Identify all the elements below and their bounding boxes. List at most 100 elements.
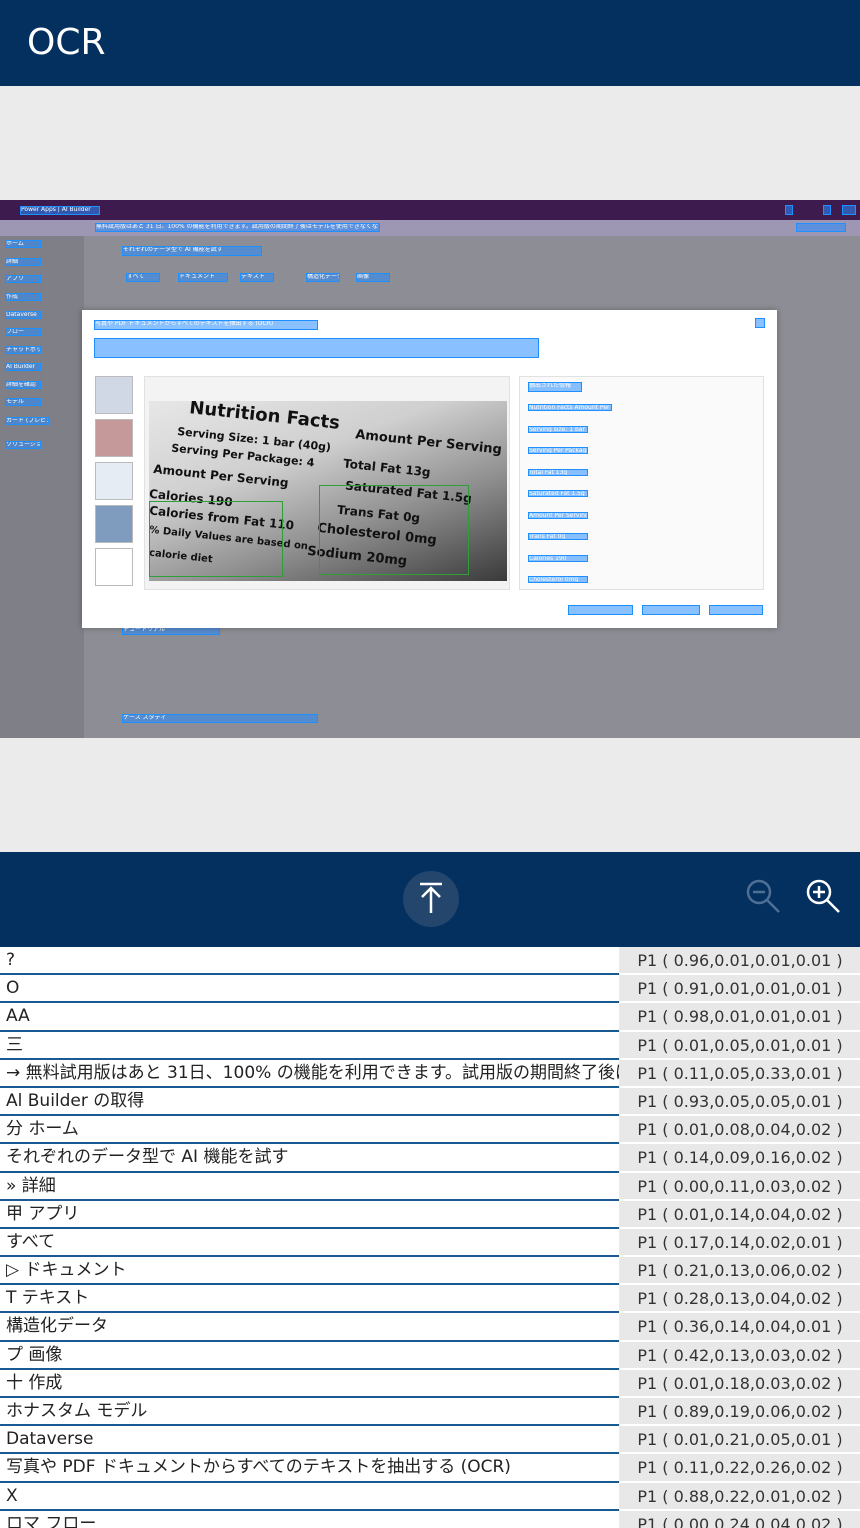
zoom-out-button[interactable] — [743, 876, 783, 916]
ocr-box-brand: Power Apps | AI Builder — [20, 206, 100, 215]
page-title: OCR — [27, 22, 106, 63]
result-row[interactable]: すべて P1 ( 0.17,0.14,0.02,0.01 ) — [0, 1228, 860, 1258]
ocr-results-table: ? P1 ( 0.96,0.01,0.01,0.01 ) O P1 ( 0.91,0.… — [0, 947, 860, 1528]
result-text: 十 作成 — [0, 1369, 619, 1398]
result-text: ロマ フロー — [0, 1510, 619, 1528]
result-score: P1 ( 0.00,0.11,0.03,0.02 ) — [620, 1172, 860, 1201]
ocr-box-extracted[interactable]: Amount Per Serving — [528, 511, 588, 519]
result-score: P1 ( 0.98,0.01,0.01,0.01 ) — [620, 1003, 860, 1032]
ocr-box-nav-item[interactable]: 詳細 — [5, 258, 41, 266]
result-text: X — [0, 1482, 619, 1511]
result-row[interactable]: O P1 ( 0.91,0.01,0.01,0.01 ) — [0, 975, 860, 1004]
ocr-box-extracted[interactable]: Saturated Fat 1.5g — [528, 490, 588, 497]
ocr-box-extracted[interactable]: Calories 190 — [528, 554, 588, 562]
preview-banner: 無料試用版はあと 31 日、100% の機能を利用できます。試用版の期間終了後は… — [0, 220, 860, 236]
ocr-box-nav-item[interactable]: チャットボット — [5, 346, 41, 354]
image-viewer: Nutrition Facts Serving Size: 1 bar (40g… — [144, 376, 510, 590]
result-row[interactable]: AA P1 ( 0.98,0.01,0.01,0.01 ) — [0, 1003, 860, 1032]
zoom-in-icon — [806, 879, 840, 913]
nutrition-word: Amount Per Serving — [152, 461, 290, 491]
result-score: P1 ( 0.17,0.14,0.02,0.01 ) — [620, 1228, 860, 1258]
ocr-box-nav-item[interactable]: ホーム — [5, 240, 41, 248]
result-row[interactable]: プ 画像 P1 ( 0.42,0.13,0.03,0.02 ) — [0, 1341, 860, 1370]
ocr-box-description — [94, 338, 539, 358]
zoom-in-button[interactable] — [803, 876, 843, 916]
ocr-box-extracted[interactable]: Cholesterol 0mg — [528, 576, 588, 583]
ocr-box-filter[interactable]: ドキュメント — [178, 273, 228, 282]
result-row[interactable]: → 無料試用版はあと 31日、100% の機能を利用できます。試用版の期間終了後… — [0, 1059, 860, 1088]
result-score: P1 ( 0.01,0.14,0.04,0.02 ) — [620, 1200, 860, 1229]
thumbnail[interactable] — [95, 462, 133, 500]
ocr-box-filter[interactable]: 画像 — [356, 273, 390, 282]
ocr-box-nav-item[interactable]: モデル — [5, 398, 41, 406]
result-row[interactable]: 甲 アプリ P1 ( 0.01,0.14,0.04,0.02 ) — [0, 1200, 860, 1229]
ocr-box-nav-item[interactable]: 詳細を確認 — [5, 381, 41, 389]
extracted-info-panel: 抽出された情報 Nutrition Facts Amount Per Servi… — [519, 376, 764, 590]
ocr-region — [319, 485, 469, 575]
ocr-box-filter[interactable]: 構造化データ — [306, 273, 340, 282]
nutrition-word: Total Fat 13g — [342, 456, 432, 480]
zoom-out-icon — [746, 879, 780, 913]
ocr-box-nav-item[interactable]: Dataverse — [5, 311, 41, 319]
nutrition-word: Amount Per Serving — [354, 427, 503, 458]
ocr-box-filter[interactable]: テキスト — [240, 273, 274, 282]
ocr-box-button[interactable] — [709, 605, 763, 615]
ocr-box-topbar-icon — [823, 205, 831, 215]
ocr-box-extracted[interactable]: Serving size: 1 bar (40g) — [528, 425, 588, 433]
result-text: Al Builder の取得 — [0, 1087, 619, 1117]
result-row[interactable]: 三 P1 ( 0.01,0.05,0.01,0.01 ) — [0, 1031, 860, 1060]
result-row[interactable]: 写真や PDF ドキュメントからすべてのテキストを抽出する (OCR) P1 ( … — [0, 1454, 860, 1483]
result-row[interactable]: » 詳細 P1 ( 0.00,0.11,0.03,0.02 ) — [0, 1172, 860, 1201]
result-score: P1 ( 0.01,0.05,0.01,0.01 ) — [620, 1031, 860, 1060]
result-row[interactable]: それぞれのデータ型で AI 機能を試す P1 ( 0.14,0.09,0.16,0… — [0, 1144, 860, 1173]
ocr-box-nav-item[interactable]: アプリ — [5, 275, 41, 283]
result-row[interactable]: X P1 ( 0.88,0.22,0.01,0.02 ) — [0, 1482, 860, 1511]
result-row[interactable]: ? P1 ( 0.96,0.01,0.01,0.01 ) — [0, 947, 860, 976]
result-row[interactable]: Dataverse P1 ( 0.01,0.21,0.05,0.01 ) — [0, 1426, 860, 1455]
ocr-box-close[interactable] — [755, 318, 765, 328]
ocr-box-nav-item[interactable]: ソリューション — [5, 441, 41, 449]
result-text: 構造化データ — [0, 1313, 619, 1342]
screenshot-preview[interactable]: Power Apps | AI Builder 無料試用版はあと 31 日、10… — [0, 200, 860, 738]
thumbnail-strip — [95, 376, 135, 586]
ocr-box-filter[interactable]: すべて — [126, 273, 160, 282]
result-score: P1 ( 0.91,0.01,0.01,0.01 ) — [620, 975, 860, 1004]
ocr-box-button[interactable] — [568, 605, 633, 615]
ocr-box-extracted[interactable]: Trans Fat 0g — [528, 533, 588, 540]
result-row[interactable]: 分 ホーム P1 ( 0.01,0.08,0.04,0.02 ) — [0, 1116, 860, 1145]
ocr-region — [149, 501, 283, 577]
thumbnail[interactable] — [95, 505, 133, 543]
thumbnail[interactable] — [95, 548, 133, 586]
result-text: それぞれのデータ型で AI 機能を試す — [0, 1144, 619, 1173]
ocr-box-extracted[interactable]: Nutrition Facts Amount Per Serving — [528, 404, 612, 411]
nutrition-image: Nutrition Facts Serving Size: 1 bar (40g… — [149, 401, 507, 581]
thumbnail[interactable] — [95, 376, 133, 414]
ocr-box-topbar-icon — [842, 205, 856, 215]
result-row[interactable]: ロマ フロー P1 ( 0.00,0.24,0.04,0.02 ) — [0, 1510, 860, 1528]
result-row[interactable]: Al Builder の取得 P1 ( 0.93,0.05,0.05,0.01 ) — [0, 1087, 860, 1117]
image-preview-area: Power Apps | AI Builder 無料試用版はあと 31 日、10… — [0, 86, 860, 852]
arrow-up-to-top-icon — [420, 882, 442, 913]
result-row[interactable]: T テキスト P1 ( 0.28,0.13,0.04,0.02 ) — [0, 1285, 860, 1314]
result-text: Dataverse — [0, 1426, 619, 1455]
ocr-box-extracted[interactable]: Total Fat 13g — [528, 468, 588, 476]
result-row[interactable]: 構造化データ P1 ( 0.36,0.14,0.04,0.01 ) — [0, 1313, 860, 1342]
result-row[interactable]: ホナスタム モデル P1 ( 0.89,0.19,0.06,0.02 ) — [0, 1398, 860, 1427]
thumbnail[interactable] — [95, 419, 133, 457]
ocr-box-nav-item[interactable]: AI Builder — [5, 363, 41, 371]
result-text: → 無料試用版はあと 31日、100% の機能を利用できます。試用版の期間終了後… — [0, 1059, 619, 1088]
ocr-box-nav-item[interactable]: カード (プレビュー) — [5, 417, 49, 425]
result-text: 甲 アプリ — [0, 1200, 619, 1229]
result-score: P1 ( 0.00,0.24,0.04,0.02 ) — [620, 1510, 860, 1528]
result-text: O — [0, 975, 619, 1004]
result-row[interactable]: 十 作成 P1 ( 0.01,0.18,0.03,0.02 ) — [0, 1369, 860, 1398]
ocr-box-extracted[interactable]: Serving Per Package: 4 — [528, 447, 588, 454]
ocr-box-nav-item[interactable]: フロー — [5, 328, 41, 336]
result-score: P1 ( 0.11,0.22,0.26,0.02 ) — [620, 1454, 860, 1483]
result-score: P1 ( 0.01,0.21,0.05,0.01 ) — [620, 1426, 860, 1455]
scroll-top-button[interactable] — [403, 871, 459, 927]
ocr-box-nav-item[interactable]: 作成 — [5, 293, 41, 301]
ocr-box-button[interactable] — [642, 605, 700, 615]
result-score: P1 ( 0.11,0.05,0.33,0.01 ) — [620, 1059, 860, 1088]
result-row[interactable]: ▷ ドキュメント P1 ( 0.21,0.13,0.06,0.02 ) — [0, 1257, 860, 1286]
